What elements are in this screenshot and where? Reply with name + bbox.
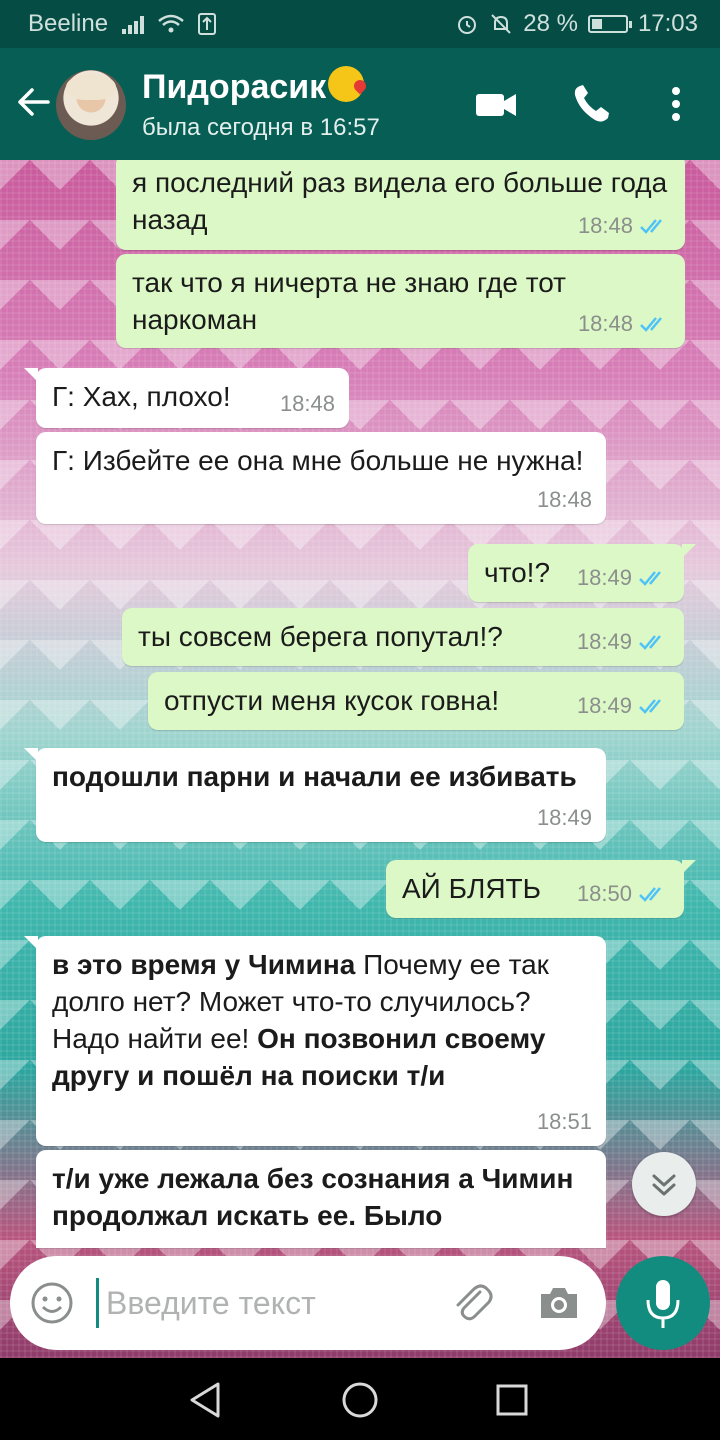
- double-chevron-down-icon: [652, 1174, 676, 1196]
- message-outgoing[interactable]: отпусти меня кусок говна! 18:49: [148, 672, 684, 730]
- message-time: 18:48: [536, 487, 592, 512]
- read-receipt-icon: [640, 218, 662, 234]
- camera-icon[interactable]: [536, 1280, 582, 1326]
- phone-call-icon[interactable]: [570, 82, 614, 126]
- message-time: 18:48: [279, 391, 335, 416]
- message-time: 18:51: [536, 1109, 592, 1134]
- contact-name[interactable]: Пидорасик: [142, 66, 365, 107]
- message-composer: [10, 1256, 606, 1350]
- message-input[interactable]: [106, 1276, 436, 1330]
- read-receipt-icon: [639, 570, 661, 586]
- back-arrow-icon[interactable]: [14, 82, 54, 122]
- system-nav-bar: [0, 1358, 720, 1440]
- data-transfer-icon: [198, 13, 217, 35]
- battery-percent: 28 %: [523, 10, 578, 37]
- status-bar: Beeline 28 % 17:03: [0, 0, 720, 48]
- text-cursor: [96, 1278, 99, 1328]
- kiss-emoji-icon: [328, 66, 365, 102]
- wifi-icon: [158, 14, 184, 33]
- message-time: 18:49: [576, 565, 632, 590]
- nav-home-icon[interactable]: [338, 1378, 382, 1422]
- contact-avatar[interactable]: [56, 70, 126, 140]
- battery-icon: [587, 15, 632, 33]
- alarm-icon: [458, 16, 477, 34]
- read-receipt-icon: [640, 316, 662, 332]
- message-outgoing[interactable]: так что я ничерта не знаю где тот нарком…: [116, 254, 685, 348]
- emoji-icon[interactable]: [30, 1281, 74, 1325]
- message-incoming[interactable]: в это время у Чимина Почему ее так долго…: [24, 936, 606, 1146]
- paperclip-icon[interactable]: [450, 1280, 496, 1326]
- message-incoming[interactable]: т/и уже лежала без сознания а Чимин прод…: [36, 1150, 606, 1248]
- message-time: 18:50: [576, 881, 632, 906]
- last-seen-status: была сегодня в 16:57: [142, 114, 380, 141]
- message-outgoing[interactable]: я последний раз видела его больше года н…: [116, 160, 685, 250]
- message-time: 18:49: [576, 629, 632, 654]
- scroll-to-bottom-button[interactable]: [632, 1152, 696, 1216]
- microphone-icon: [646, 1280, 680, 1328]
- message-time: 18:48: [577, 311, 633, 336]
- read-receipt-icon: [639, 634, 661, 650]
- clock: 17:03: [637, 10, 698, 37]
- read-receipt-icon: [639, 886, 661, 902]
- message-outgoing[interactable]: что!? 18:49: [468, 544, 696, 602]
- more-options-icon[interactable]: [654, 82, 698, 126]
- message-incoming[interactable]: подошли парни и начали ее избивать 18:49: [24, 748, 606, 842]
- mute-notifications-icon: [491, 14, 511, 34]
- message-time: 18:49: [536, 805, 592, 830]
- message-time: 18:49: [576, 693, 632, 718]
- nav-back-icon[interactable]: [184, 1378, 228, 1422]
- message-incoming[interactable]: Г: Хах, плохо! 18:48: [24, 368, 349, 428]
- chat-area[interactable]: я последний раз видела его больше года н…: [0, 160, 720, 1358]
- read-receipt-icon: [639, 698, 661, 714]
- message-outgoing[interactable]: АЙ БЛЯТЬ 18:50: [386, 860, 696, 918]
- signal-icon: [122, 14, 145, 34]
- video-call-icon[interactable]: [474, 82, 518, 126]
- nav-recents-icon[interactable]: [490, 1378, 534, 1422]
- voice-message-button[interactable]: [616, 1256, 710, 1350]
- chat-header: Пидорасик была сегодня в 16:57: [0, 48, 720, 160]
- carrier-label: Beeline: [28, 10, 109, 37]
- message-incoming[interactable]: Г: Избейте ее она мне больше не нужна! 1…: [36, 432, 606, 524]
- message-outgoing[interactable]: ты совсем берега попутал!? 18:49: [122, 608, 684, 666]
- message-time: 18:48: [577, 213, 633, 238]
